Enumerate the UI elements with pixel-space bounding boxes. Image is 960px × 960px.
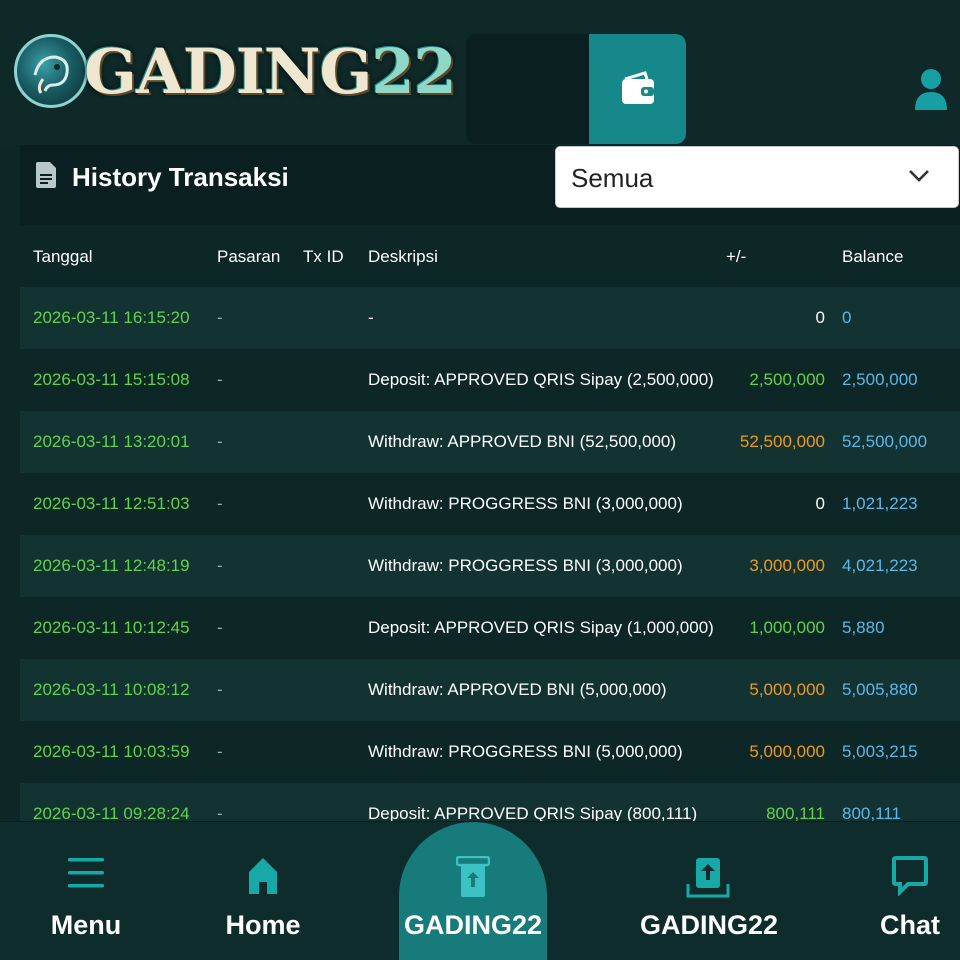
table-row: 2026-03-11 10:03:59 - Withdraw: PROGGRESS … bbox=[20, 721, 960, 783]
cell-date: 2026-03-11 10:08:12 bbox=[33, 680, 190, 699]
deposit-icon bbox=[456, 856, 490, 897]
cell-amount: 0 bbox=[815, 308, 825, 327]
cell-amount: 0 bbox=[815, 494, 825, 513]
cell-balance: 2,500,000 bbox=[842, 370, 918, 389]
table-row: 2026-03-11 10:12:45 - Deposit: APPROVED QR… bbox=[20, 597, 960, 659]
nav-withdraw-label: GADING22 bbox=[640, 910, 779, 940]
cell-description: Withdraw: APPROVED BNI (52,500,000) bbox=[368, 432, 677, 451]
cell-date: 2026-03-11 09:28:24 bbox=[33, 804, 190, 821]
cell-description: - bbox=[368, 308, 374, 327]
cell-pasaran: - bbox=[217, 742, 223, 761]
cell-pasaran: - bbox=[217, 804, 223, 821]
cell-pasaran: - bbox=[217, 556, 223, 575]
cell-amount: 52,500,000 bbox=[739, 432, 825, 451]
cell-description: Withdraw: PROGGRESS BNI (3,000,000) bbox=[368, 556, 683, 575]
table-body: 2026-03-11 16:15:20- -0 0 2026-03-11 15:15:… bbox=[20, 287, 960, 821]
cell-balance: 0 bbox=[842, 308, 852, 327]
cell-amount: 5,000,000 bbox=[749, 742, 825, 761]
balance-panel bbox=[466, 34, 686, 144]
cell-balance: 5,005,880 bbox=[842, 680, 918, 699]
cell-balance: 5,003,215 bbox=[842, 742, 918, 761]
nav-home[interactable]: Home bbox=[203, 822, 323, 960]
cell-balance: 4,021,223 bbox=[842, 556, 918, 575]
header-deskripsi: Deskripsi bbox=[368, 247, 438, 266]
logo[interactable]: GADING22 bbox=[14, 28, 457, 114]
cell-amount: 1,000,000 bbox=[749, 618, 825, 637]
header-change: +/- bbox=[726, 247, 747, 266]
table-row: 2026-03-11 16:15:20 - - 0 0 bbox=[20, 287, 960, 349]
cell-date: 2026-03-11 10:12:45 bbox=[33, 618, 190, 637]
cell-pasaran: - bbox=[217, 494, 223, 513]
cell-description: Withdraw: PROGGRESS BNI (3,000,000) bbox=[368, 494, 683, 513]
cell-amount: 800,111 bbox=[766, 804, 825, 821]
cell-description: Withdraw: APPROVED BNI (5,000,000) bbox=[368, 680, 667, 699]
cell-pasaran: - bbox=[217, 308, 223, 327]
header-balance: Balance bbox=[842, 247, 904, 266]
wallet-icon bbox=[621, 71, 654, 104]
nav-chat-label: Chat bbox=[880, 910, 940, 940]
cell-balance: 1,021,223 bbox=[842, 494, 918, 513]
logo-wordmark: GADING22 bbox=[84, 34, 457, 108]
cell-date: 2026-03-11 15:15:08 bbox=[33, 370, 190, 389]
cell-date: 2026-03-11 16:15:20 bbox=[33, 308, 190, 327]
nav-home-label: Home bbox=[225, 910, 301, 940]
table-row: 2026-03-11 09:28:24 - Deposit: APPROVED QR… bbox=[20, 783, 960, 821]
cell-amount: 5,000,000 bbox=[749, 680, 825, 699]
header: GADING22 bbox=[0, 0, 960, 145]
transaction-filter-select[interactable]: Semua bbox=[555, 146, 959, 208]
nav-withdraw[interactable]: GADING22 bbox=[640, 822, 779, 960]
cell-pasaran: - bbox=[217, 618, 223, 637]
cell-amount: 3,000,000 bbox=[749, 556, 825, 575]
cell-date: 2026-03-11 12:48:19 bbox=[33, 556, 190, 575]
cell-description: Withdraw: PROGGRESS BNI (5,000,000) bbox=[368, 742, 683, 761]
chevron-down-icon bbox=[909, 170, 929, 182]
cell-date: 2026-03-11 12:51:03 bbox=[33, 494, 190, 513]
upload-icon bbox=[686, 858, 730, 898]
wallet-button[interactable] bbox=[589, 34, 686, 144]
cell-pasaran: - bbox=[217, 432, 223, 451]
cell-date: 2026-03-11 10:03:59 bbox=[33, 742, 190, 761]
nav-center-label: GADING22 bbox=[403, 910, 543, 940]
nav-menu[interactable]: Menu bbox=[26, 822, 146, 960]
cell-date: 2026-03-11 13:20:01 bbox=[33, 432, 190, 451]
cell-pasaran: - bbox=[217, 370, 223, 389]
cell-balance: 800,111 bbox=[842, 804, 901, 821]
table-row: 2026-03-11 12:51:03 - Withdraw: PROGGRESS … bbox=[20, 473, 960, 535]
header-tanggal: Tanggal bbox=[33, 247, 93, 266]
filter-selected-value: Semua bbox=[571, 163, 654, 193]
cell-balance: 5,880 bbox=[842, 618, 885, 637]
nav-chat[interactable]: Chat bbox=[862, 822, 958, 960]
menu-icon bbox=[68, 858, 104, 888]
header-txid: Tx ID bbox=[303, 247, 344, 266]
page-title: History Transaksi bbox=[72, 162, 289, 192]
nav-deposit-center[interactable]: GADING22 bbox=[399, 822, 547, 960]
table-row: 2026-03-11 13:20:01 - Withdraw: APPROVED B… bbox=[20, 411, 960, 473]
document-icon bbox=[36, 162, 56, 188]
home-icon bbox=[249, 858, 277, 894]
logo-emblem-icon bbox=[14, 34, 88, 108]
cell-description: Deposit: APPROVED QRIS Sipay (1,000,000) bbox=[368, 618, 714, 637]
table-header-row: Tanggal Pasaran Tx ID Deskripsi +/- Bala… bbox=[20, 225, 960, 287]
table-row: 2026-03-11 12:48:19 - Withdraw: PROGGRESS … bbox=[20, 535, 960, 597]
chat-icon bbox=[892, 856, 928, 896]
cell-balance: 52,500,000 bbox=[842, 432, 928, 451]
cell-description: Deposit: APPROVED QRIS Sipay (2,500,000) bbox=[368, 370, 714, 389]
cell-amount: 2,500,000 bbox=[749, 370, 825, 389]
transaction-table: Tanggal Pasaran Tx ID Deskripsi +/- Bala… bbox=[20, 225, 960, 821]
header-pasaran: Pasaran bbox=[217, 247, 281, 266]
cell-description: Deposit: APPROVED QRIS Sipay (800,111) bbox=[368, 804, 698, 821]
table-row: 2026-03-11 10:08:12 - Withdraw: APPROVED B… bbox=[20, 659, 960, 721]
table-row: 2026-03-11 15:15:08 - Deposit: APPROVED QR… bbox=[20, 349, 960, 411]
cell-pasaran: - bbox=[217, 680, 223, 699]
bottom-navigation: Menu Home GADING22 GADING22 Chat bbox=[0, 821, 960, 960]
nav-menu-label: Menu bbox=[50, 910, 122, 940]
user-profile-icon[interactable] bbox=[914, 68, 948, 110]
